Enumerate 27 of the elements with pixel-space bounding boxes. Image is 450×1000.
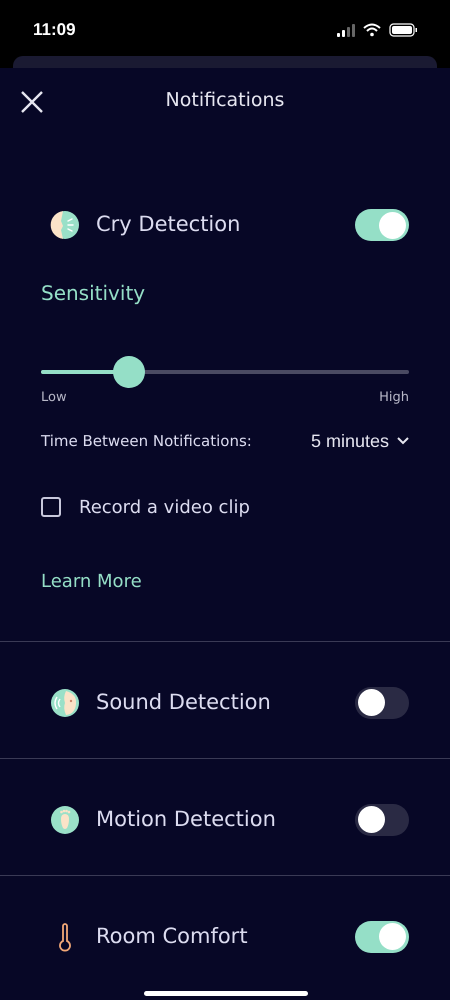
toggle-switch[interactable] <box>355 686 409 718</box>
ear-icon <box>50 688 80 718</box>
slider-min-label: Low <box>41 389 67 407</box>
screen-title: Notifications <box>166 88 284 113</box>
slider-max-label: High <box>379 389 409 407</box>
checkbox[interactable] <box>41 497 61 517</box>
chevron-down-icon <box>397 437 409 445</box>
close-icon <box>20 90 44 114</box>
section-title: Room Comfort <box>96 922 248 950</box>
toggle-switch[interactable] <box>355 804 409 836</box>
slider-thumb[interactable] <box>113 356 146 388</box>
footprint-icon <box>50 804 80 834</box>
learn-more-link[interactable]: Learn More <box>41 568 142 594</box>
sensitivity-heading: Sensitivity <box>41 280 146 307</box>
section-title: Cry Detection <box>96 211 240 238</box>
checkbox-label: Record a video clip <box>79 496 250 520</box>
section-title: Motion Detection <box>96 806 276 833</box>
battery-icon <box>389 23 417 37</box>
wifi-icon <box>363 23 381 37</box>
interval-dropdown[interactable]: 5 minutes <box>310 428 409 454</box>
toggle-switch[interactable] <box>355 920 409 952</box>
toggle-switch[interactable] <box>355 209 409 241</box>
interval-label: Time Between Notifications: <box>41 430 252 452</box>
status-time: 11:09 <box>33 19 76 42</box>
section-title: Sound Detection <box>96 688 271 716</box>
signal-icon <box>337 24 355 36</box>
crying-face-icon <box>50 210 80 240</box>
